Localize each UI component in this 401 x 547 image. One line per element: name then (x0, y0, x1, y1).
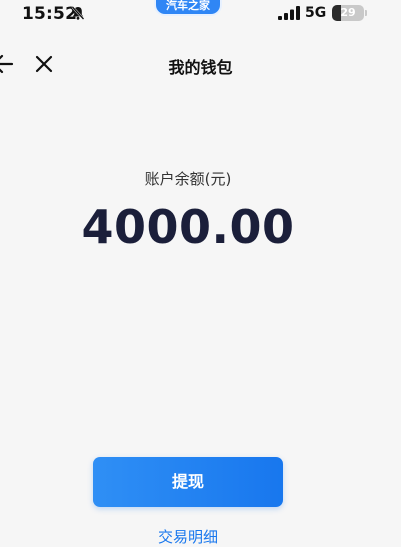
battery-indicator: 29 (332, 5, 364, 21)
navigation-bar: 我的钱包 (0, 40, 401, 88)
balance-amount: 4000.00 (81, 200, 295, 254)
battery-level: 29 (340, 6, 356, 19)
page-title: 我的钱包 (168, 58, 233, 77)
status-bar: 15:52 汽车之家 5G 29 (0, 0, 401, 30)
signal-icon (278, 6, 300, 20)
status-time: 15:52 (22, 4, 78, 24)
battery-cap (365, 10, 367, 16)
bell-slash-icon (71, 6, 85, 20)
app-badge[interactable]: 汽车之家 (156, 0, 220, 14)
withdraw-button[interactable]: 提现 (93, 457, 283, 507)
balance-label: 账户余额(元) (144, 170, 232, 188)
transaction-details-link[interactable]: 交易明细 (0, 526, 376, 547)
network-type: 5G (305, 5, 327, 21)
